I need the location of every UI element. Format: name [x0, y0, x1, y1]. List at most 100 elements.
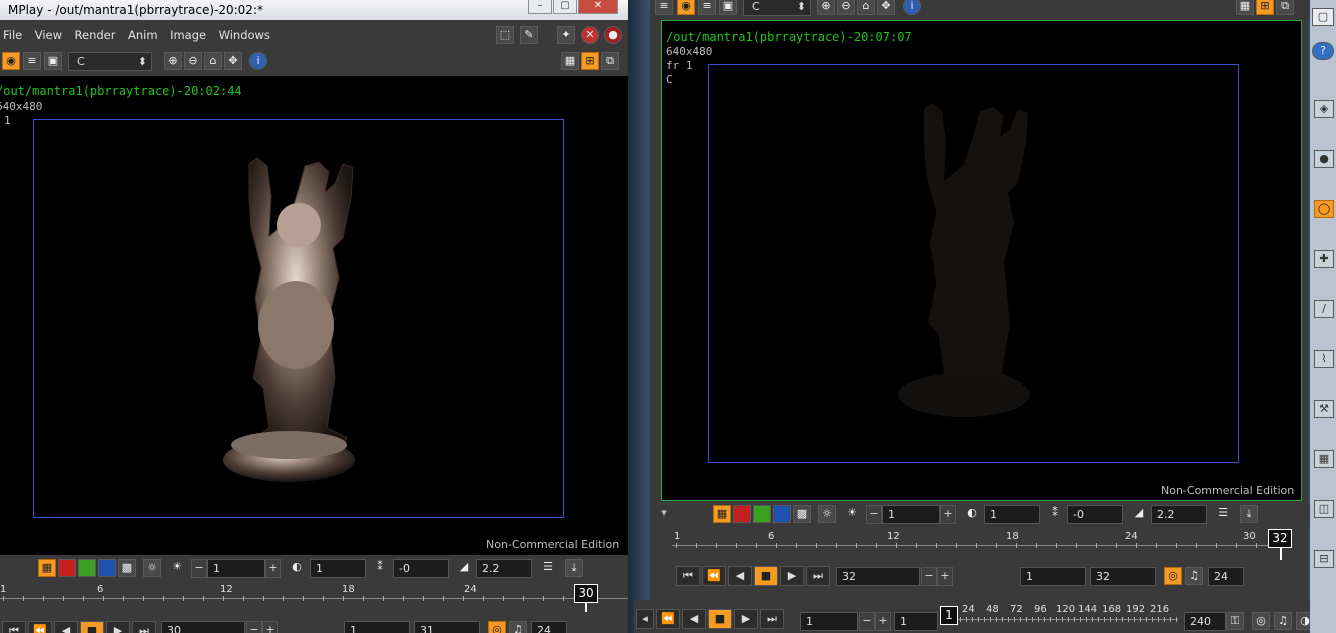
shelf-tool-icon[interactable]: ▦ — [1314, 450, 1334, 468]
frame-decrement[interactable]: − — [246, 621, 262, 633]
layers-icon[interactable]: ≡ — [23, 52, 41, 70]
menu-windows[interactable]: Windows — [219, 24, 270, 46]
lut-gamma-field[interactable]: 2.2 — [1151, 505, 1207, 524]
image-icon[interactable]: ▣ — [44, 52, 62, 70]
play-back-button[interactable]: ◀ — [682, 609, 706, 629]
list-icon[interactable]: ☰ — [1214, 505, 1232, 523]
zoom-in-icon[interactable]: ⊕ — [817, 0, 835, 15]
shelf-tool-icon[interactable]: ✚ — [1314, 250, 1334, 268]
minimize-button[interactable]: – — [528, 0, 552, 14]
brightness-low-icon[interactable]: ☼ — [818, 505, 836, 523]
export-icon[interactable]: ⤓ — [565, 559, 583, 577]
timeline-ruler[interactable]: 1 6 12 18 24 30 32 — [660, 528, 1304, 560]
step-back-button[interactable]: ⏪ — [702, 566, 726, 586]
frame-decrement[interactable]: − — [859, 612, 875, 631]
realtime-icon[interactable]: ◎ — [1164, 567, 1182, 585]
offset-icon[interactable]: ⁑ — [371, 559, 389, 577]
grid-icon[interactable]: ⊞ — [581, 52, 599, 70]
gamma-field[interactable]: 1 — [310, 559, 366, 578]
pan-icon[interactable]: ✥ — [224, 52, 242, 70]
play-button[interactable]: ▶ — [780, 566, 804, 586]
stop-button[interactable]: ■ — [80, 621, 104, 633]
record-icon[interactable]: ● — [604, 26, 622, 44]
rgb-channel-icon[interactable]: ▦ — [38, 559, 56, 577]
export-icon[interactable]: ⤓ — [1240, 505, 1258, 523]
houdini-timeline[interactable]: 1 24 48 72 96 120 144 168 192 216 — [940, 602, 1180, 633]
collapse-icon[interactable]: ▾ — [655, 505, 673, 523]
exposure-field[interactable]: 1 — [882, 505, 940, 524]
shelf-tool-icon[interactable]: ● — [1314, 150, 1334, 168]
step-back-button[interactable]: ⏪ — [656, 609, 680, 629]
realtime-icon[interactable]: ◎ — [1252, 612, 1270, 630]
end-frame-field[interactable]: 240 — [1184, 612, 1226, 631]
pan-icon[interactable]: ✥ — [877, 0, 895, 15]
display-mode-icon[interactable]: ◉ — [2, 52, 20, 70]
menu-view[interactable]: View — [35, 24, 62, 46]
red-channel-icon[interactable] — [58, 559, 76, 577]
image-viewport[interactable]: /out/mantra1(pbrraytrace)-20:07:07 640x4… — [661, 20, 1302, 501]
first-frame-button[interactable]: ⏮ — [2, 621, 26, 633]
offset-field[interactable]: -0 — [393, 559, 449, 578]
brightness-low-icon[interactable]: ☼ — [143, 559, 161, 577]
fit-icon[interactable]: ⧉ — [601, 52, 619, 70]
info-icon[interactable]: i — [903, 0, 921, 15]
brightness-icon[interactable]: ☀ — [843, 505, 861, 523]
display-mode-icon[interactable]: ◉ — [677, 0, 695, 15]
frame-decrement[interactable]: − — [921, 567, 937, 586]
shelf-tool-icon[interactable]: ⚒ — [1314, 400, 1334, 418]
frame-field[interactable]: 32 — [836, 567, 920, 586]
shelf-tool-icon[interactable]: ◯ — [1314, 200, 1334, 218]
maximize-button[interactable]: ▢ — [553, 0, 577, 14]
play-back-button[interactable]: ◀ — [54, 621, 78, 633]
stop-button[interactable]: ■ — [754, 566, 778, 586]
increment-button[interactable]: + — [265, 559, 281, 578]
frame-increment[interactable]: + — [262, 621, 278, 633]
audio-icon[interactable]: ♫ — [1274, 612, 1292, 630]
range-start-field[interactable]: 1 — [1020, 567, 1086, 586]
green-channel-icon[interactable] — [78, 559, 96, 577]
playbar-menu-icon[interactable]: ◂ — [636, 609, 654, 629]
range-start-field[interactable]: 1 — [344, 621, 410, 633]
last-frame-button[interactable]: ⏭ — [132, 621, 156, 633]
shelf-tool-icon[interactable]: ◫ — [1314, 500, 1334, 518]
stop-render-icon[interactable]: ✕ — [581, 26, 599, 44]
green-channel-icon[interactable] — [753, 505, 771, 523]
help-icon[interactable]: ? — [1312, 42, 1334, 60]
play-back-button[interactable]: ◀ — [728, 566, 752, 586]
brightness-icon[interactable]: ☀ — [168, 559, 186, 577]
shelf-tool-icon[interactable]: ◈ — [1314, 100, 1334, 118]
image-icon[interactable]: ▣ — [719, 0, 737, 15]
menu-render[interactable]: Render — [75, 24, 116, 46]
offset-field[interactable]: -0 — [1067, 505, 1123, 524]
frame-field[interactable]: 30 — [161, 621, 245, 633]
layers-icon[interactable]: ≡ — [698, 0, 716, 15]
shelf-tool-icon[interactable]: ∕ — [1314, 300, 1334, 318]
checker-icon[interactable]: ▦ — [1236, 0, 1254, 15]
exposure-field[interactable]: 1 — [207, 559, 265, 578]
menu-anim[interactable]: Anim — [128, 24, 158, 46]
info-icon[interactable]: i — [249, 52, 267, 70]
first-frame-button[interactable]: ⏮ — [676, 566, 700, 586]
step-back-button[interactable]: ⏪ — [28, 621, 52, 633]
fps-field[interactable]: 24 — [531, 621, 567, 633]
global-start-field[interactable]: 1 — [894, 612, 938, 631]
current-frame-marker[interactable]: 1 — [940, 606, 958, 625]
sparkle-icon[interactable]: ✦ — [557, 26, 575, 44]
timeline-ruler[interactable]: 1 6 12 18 24 30 — [0, 582, 628, 612]
list-icon[interactable]: ☰ — [539, 559, 557, 577]
channel-select[interactable]: C ⬍ — [68, 52, 152, 71]
shelf-button[interactable]: ▢ — [1312, 8, 1334, 26]
play-button[interactable]: ▶ — [734, 609, 758, 629]
zoom-in-icon[interactable]: ⊕ — [164, 52, 182, 70]
frame-field[interactable]: 1 — [800, 612, 858, 631]
increment-button[interactable]: + — [940, 505, 956, 524]
blue-channel-icon[interactable] — [98, 559, 116, 577]
lut-icon[interactable]: ◢ — [455, 559, 473, 577]
alpha-channel-icon[interactable]: ▩ — [118, 559, 136, 577]
rgb-channel-icon[interactable]: ▦ — [713, 505, 731, 523]
audio-icon[interactable]: ♫ — [509, 621, 527, 633]
audio-icon[interactable]: ♫ — [1185, 567, 1203, 585]
last-frame-button[interactable]: ⏭ — [760, 609, 784, 629]
red-channel-icon[interactable] — [733, 505, 751, 523]
fps-field[interactable]: 24 — [1208, 567, 1244, 586]
